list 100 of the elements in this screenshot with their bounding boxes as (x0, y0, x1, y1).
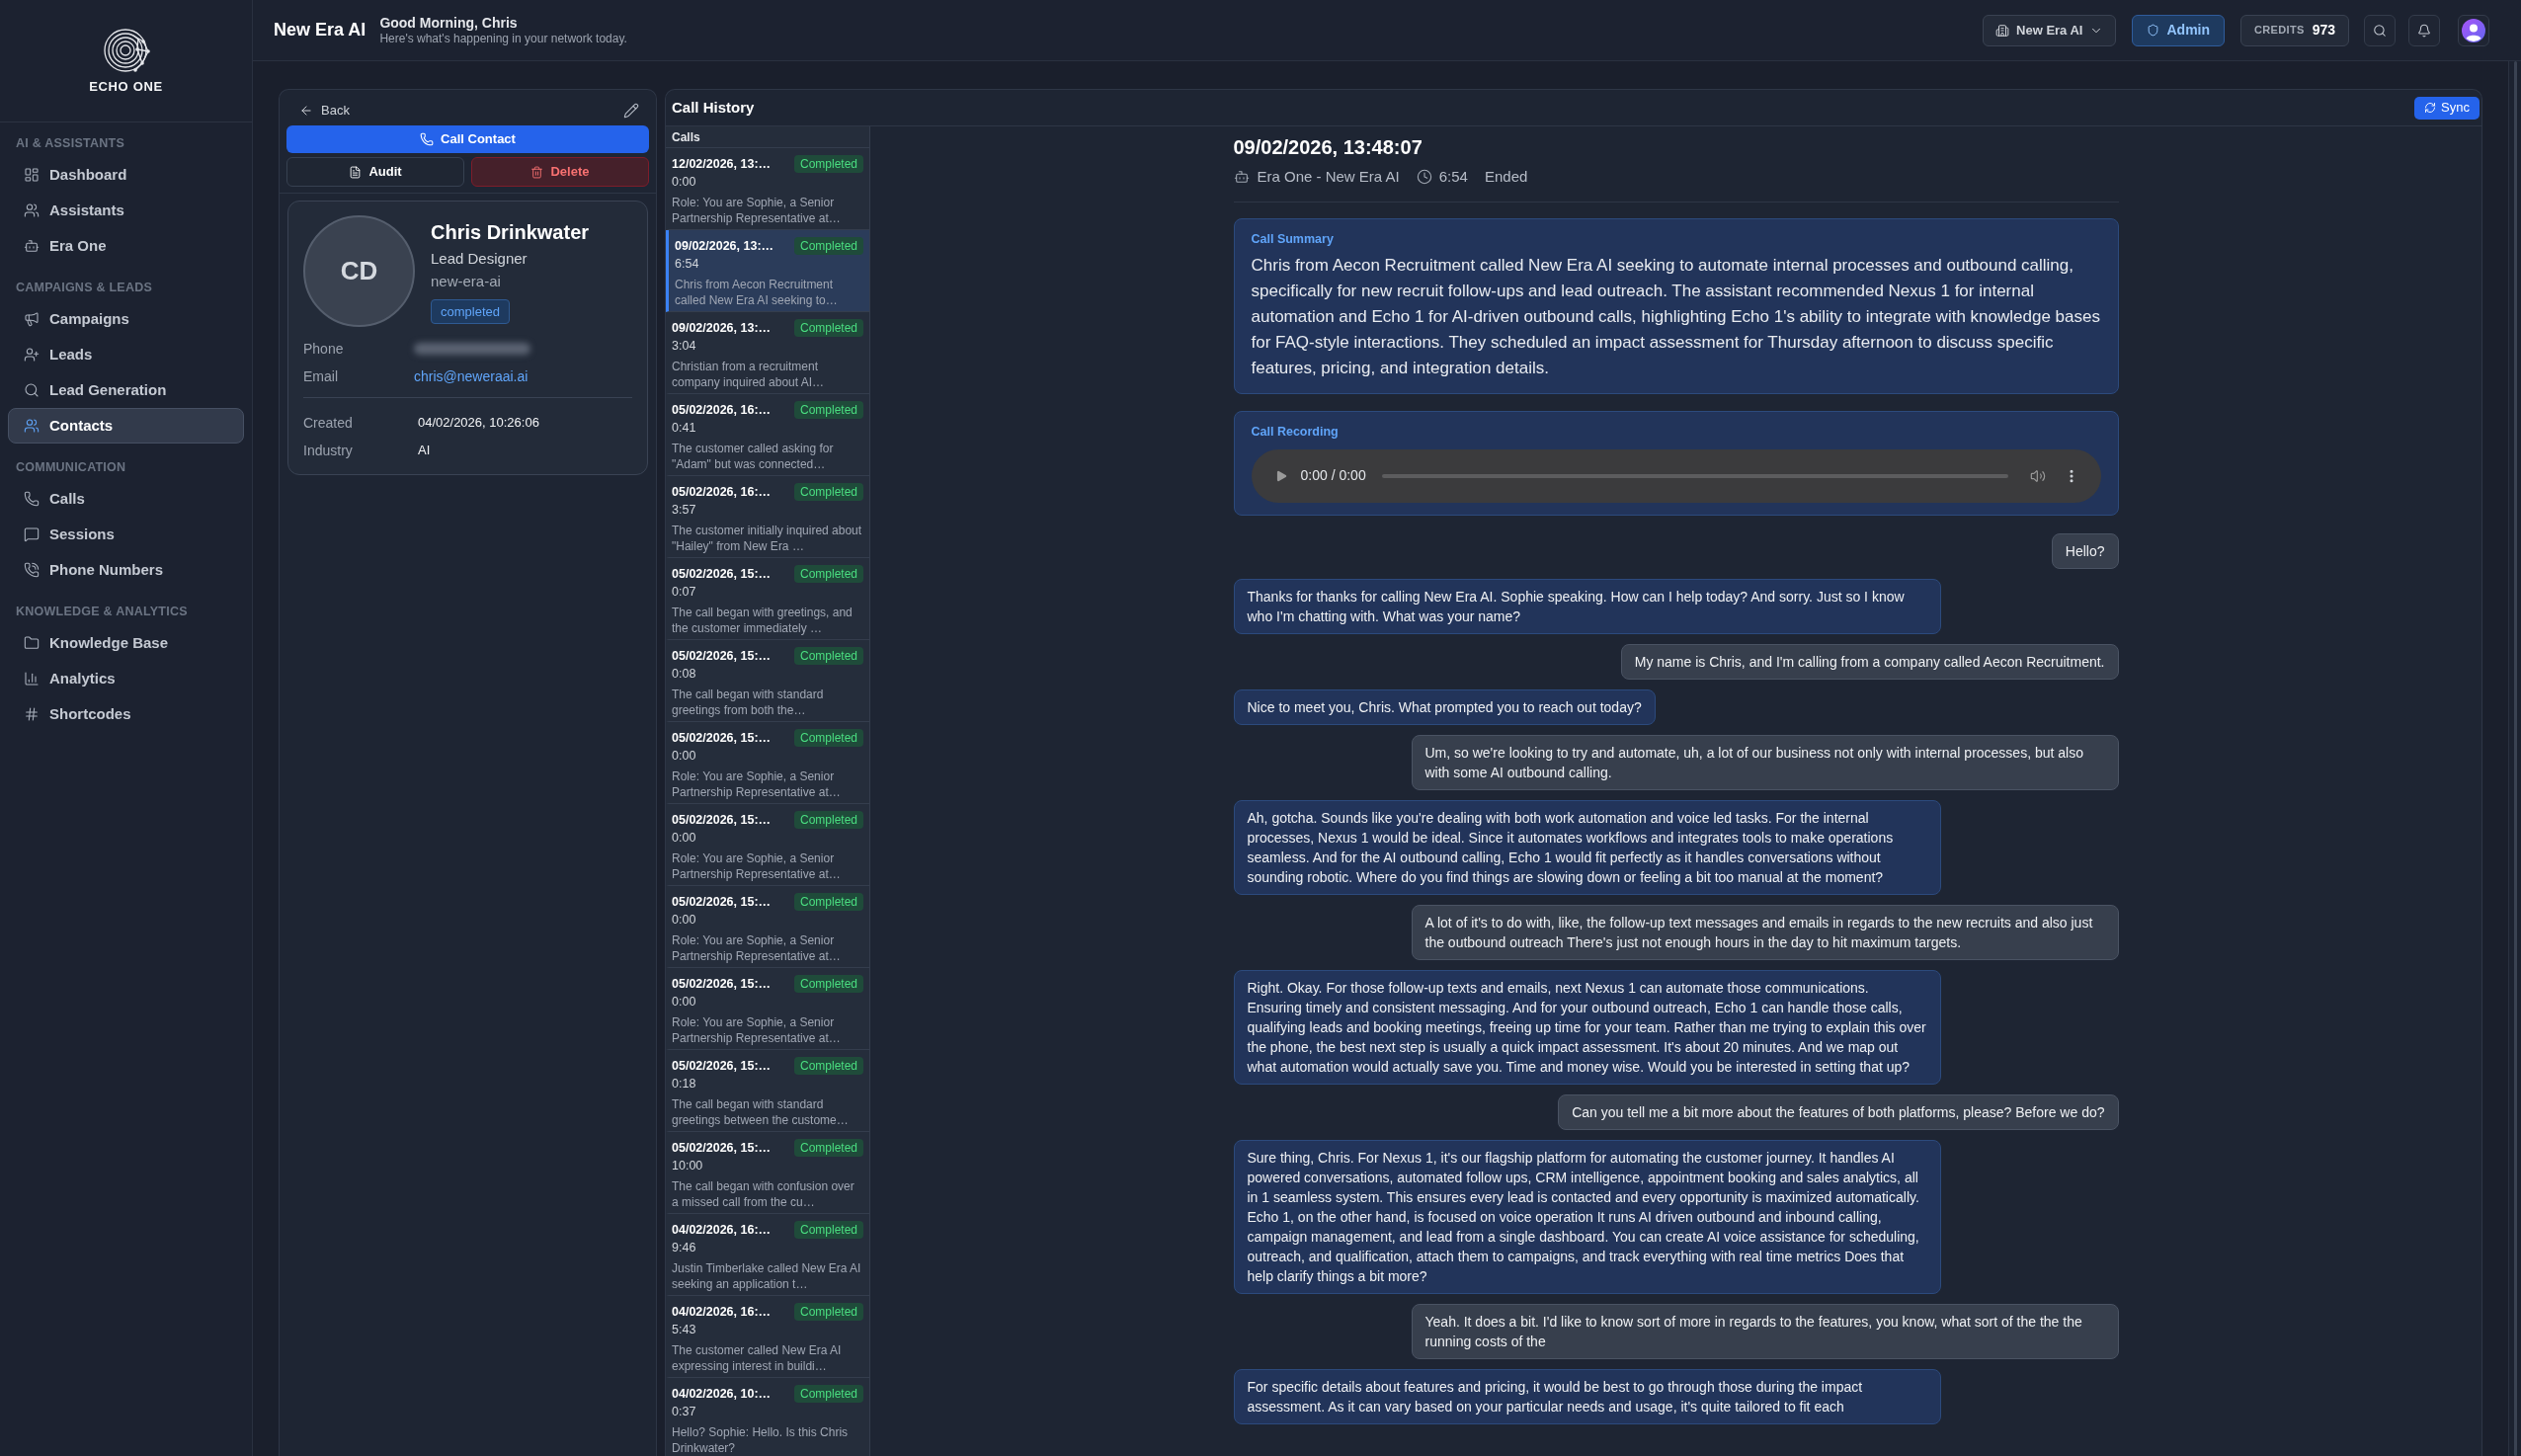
scrollbar[interactable] (2508, 61, 2521, 1456)
call-list-item[interactable]: 05/02/2026, 15:… Completed 10:00 The call began with confusion over a missed call from the cu… (666, 1132, 869, 1214)
call-preview: The customer called New Era AI expressing interest in buildi… (672, 1342, 843, 1374)
avatar-icon (2462, 18, 2485, 42)
call-duration: 0:00 (672, 994, 697, 1011)
search-button[interactable] (2364, 14, 2396, 46)
folder-icon (24, 635, 40, 651)
call-list-item[interactable]: 05/02/2026, 16:… Completed 3:57 The customer initially inquired about "Hailey" from New Era … (666, 476, 869, 558)
recording-time: 0:00 / 0:00 (1300, 466, 1366, 485)
back-button[interactable]: Back (299, 101, 350, 121)
call-list-item[interactable]: 04/02/2026, 16:… Completed 9:46 Justin Timberlake called New Era AI seeking an application t… (666, 1214, 869, 1296)
call-list-item[interactable]: 09/02/2026, 13:… Completed 6:54 Chris from Aecon Recruitment called New Era AI seeking to… (666, 230, 869, 312)
edit-button[interactable] (622, 102, 640, 120)
sidebar-item[interactable]: Sessions (8, 517, 244, 552)
workspace-dropdown[interactable]: New Era AI (1983, 14, 2117, 46)
audit-button[interactable]: Audit (286, 157, 464, 187)
status-badge: Completed (793, 893, 863, 911)
account-button[interactable] (2458, 14, 2489, 46)
bar-chart-icon (24, 671, 40, 687)
sidebar-item[interactable]: Campaigns (8, 301, 244, 337)
sidebar-section-heading: COMMUNICATION (15, 459, 127, 476)
sidebar-item[interactable]: Phone Numbers (8, 552, 244, 588)
sidebar-section-heading: AI & ASSISTANTS (15, 135, 125, 152)
call-date: 05/02/2026, 15:… (672, 1139, 772, 1157)
call-list-item[interactable]: 05/02/2026, 15:… Completed 0:00 Role: You are Sophie, a Senior Partnership Representative at… (666, 722, 869, 804)
call-duration: 0:07 (672, 584, 697, 601)
email-link[interactable]: chris@neweraai.ai (414, 365, 529, 387)
phone-call-icon (24, 562, 40, 578)
caller-message: Hello? (2051, 532, 2119, 569)
progress-track[interactable] (1381, 473, 2008, 478)
status-badge: Completed (793, 319, 863, 337)
call-duration: 0:18 (672, 1076, 697, 1092)
call-duration: 0:00 (672, 912, 697, 929)
call-preview: Hello? Sophie: Hello. Is this Chris Drinkwater? (672, 1424, 850, 1456)
panel-title: Call History (672, 97, 755, 118)
sidebar-item[interactable]: Era One (8, 228, 244, 264)
call-preview: Role: You are Sophie, a Senior Partnership Representative at… (672, 850, 842, 882)
call-title: 09/02/2026, 13:48:07 (1233, 135, 1423, 160)
robot-icon (24, 238, 40, 254)
call-list-item[interactable]: 04/02/2026, 10:… Completed 0:37 Hello? Sophie: Hello. Is this Chris Drinkwater? (666, 1378, 869, 1456)
status-badge: Completed (793, 401, 863, 419)
call-duration: 5:43 (672, 1322, 697, 1338)
call-date: 09/02/2026, 13:… (675, 237, 774, 255)
call-preview: Justin Timberlake called New Era AI seeking an application t… (672, 1260, 862, 1292)
shield-icon (2147, 24, 2160, 37)
call-preview: The call began with confusion over a missed call from the cu… (672, 1178, 855, 1210)
call-list-item[interactable]: 04/02/2026, 16:… Completed 5:43 The customer called New Era AI expressing interest in buildi… (666, 1296, 869, 1378)
sidebar-item[interactable]: Dashboard (8, 157, 244, 193)
document-icon (349, 165, 363, 179)
sidebar-item[interactable]: Shortcodes (8, 696, 244, 732)
sidebar-item[interactable]: Leads (8, 337, 244, 372)
recording-heading: Call Recording (1251, 423, 1340, 440)
status-badge: Completed (793, 237, 863, 255)
call-list-item[interactable]: 05/02/2026, 15:… Completed 0:18 The call began with standard greetings between the custome… (666, 1050, 869, 1132)
call-date: 05/02/2026, 16:… (672, 483, 772, 501)
logo-text: ECHO ONE (89, 79, 163, 95)
call-preview: Role: You are Sophie, a Senior Partnership Representative at… (672, 768, 842, 800)
greeting-subtitle: Here's what's happening in your network today. (379, 32, 627, 46)
dashboard-icon (24, 167, 40, 183)
call-date: 05/02/2026, 15:… (672, 811, 772, 829)
delete-button[interactable]: Delete (471, 157, 649, 187)
volume-icon[interactable] (2029, 467, 2046, 484)
role-button[interactable]: Admin (2132, 14, 2226, 46)
detail-label: Created (303, 413, 354, 433)
sync-button[interactable]: Sync (2414, 96, 2480, 120)
call-list-item[interactable]: 05/02/2026, 15:… Completed 0:00 Role: You are Sophie, a Senior Partnership Representative at… (666, 804, 869, 886)
sidebar-item[interactable]: Knowledge Base (8, 625, 244, 661)
call-preview: The call began with standard greetings between the custome… (672, 1096, 850, 1128)
status-badge: Completed (793, 155, 863, 173)
sidebar-item[interactable]: Contacts (8, 408, 244, 444)
phone-icon (24, 491, 40, 507)
assistant-message: Right. Okay. For those follow-up texts and emails, next Nexus 1 can automate those communications. Ensuring timely and consistent messaging. And for your outbound outreach, Echo 1 can handle those calls, qualifying leads and booking meetings, freeing up time for your team. Rather than me trying to explain this over the phone, the best next step is usually a quick impact assessment. It's about 20 minutes. And we map out what automation would actually save you. Time and money wise. Would you be interested in setting that up? (1233, 969, 1941, 1085)
call-contact-button[interactable]: Call Contact (286, 125, 649, 153)
call-date: 05/02/2026, 15:… (672, 565, 772, 583)
user-plus-icon (24, 347, 40, 363)
summary-heading: Call Summary (1251, 230, 1335, 247)
call-list-item[interactable]: 09/02/2026, 13:… Completed 3:04 Christian from a recruitment company inquired about AI… (666, 312, 869, 394)
contact-company: new-era-ai (431, 272, 501, 291)
call-list-item[interactable]: 05/02/2026, 15:… Completed 0:00 Role: You are Sophie, a Senior Partnership Representative at… (666, 886, 869, 968)
sidebar-section-heading: KNOWLEDGE & ANALYTICS (15, 604, 189, 620)
call-list-item[interactable]: 05/02/2026, 15:… Completed 0:00 Role: You are Sophie, a Senior Partnership Representative at… (666, 968, 869, 1050)
call-list-item[interactable]: 05/02/2026, 16:… Completed 0:41 The customer called asking for "Adam" but was connected… (666, 394, 869, 476)
chat-bubble-icon (24, 526, 40, 542)
status-badge: Completed (793, 975, 863, 993)
call-date: 05/02/2026, 15:… (672, 975, 772, 993)
status-badge: Completed (793, 1385, 863, 1403)
call-date: 04/02/2026, 16:… (672, 1221, 772, 1239)
logo-icon (102, 27, 150, 74)
sidebar-item[interactable]: Lead Generation (8, 372, 244, 408)
notifications-button[interactable] (2408, 14, 2440, 46)
status-badge: completed (431, 299, 510, 324)
contact-name: Chris Drinkwater (431, 220, 590, 245)
call-list-item[interactable]: 05/02/2026, 15:… Completed 0:07 The call began with greetings, and the customer immediately … (666, 558, 869, 640)
robot-icon (1233, 169, 1250, 186)
sidebar-item[interactable]: Analytics (8, 661, 244, 696)
sidebar-item[interactable]: Assistants (8, 193, 244, 228)
call-list-item[interactable]: 05/02/2026, 15:… Completed 0:08 The call began with standard greetings from both the… (666, 640, 869, 722)
sidebar-item[interactable]: Calls (8, 481, 244, 517)
sidebar-section-heading: CAMPAIGNS & LEADS (15, 280, 154, 296)
call-date: 04/02/2026, 16:… (672, 1303, 772, 1321)
